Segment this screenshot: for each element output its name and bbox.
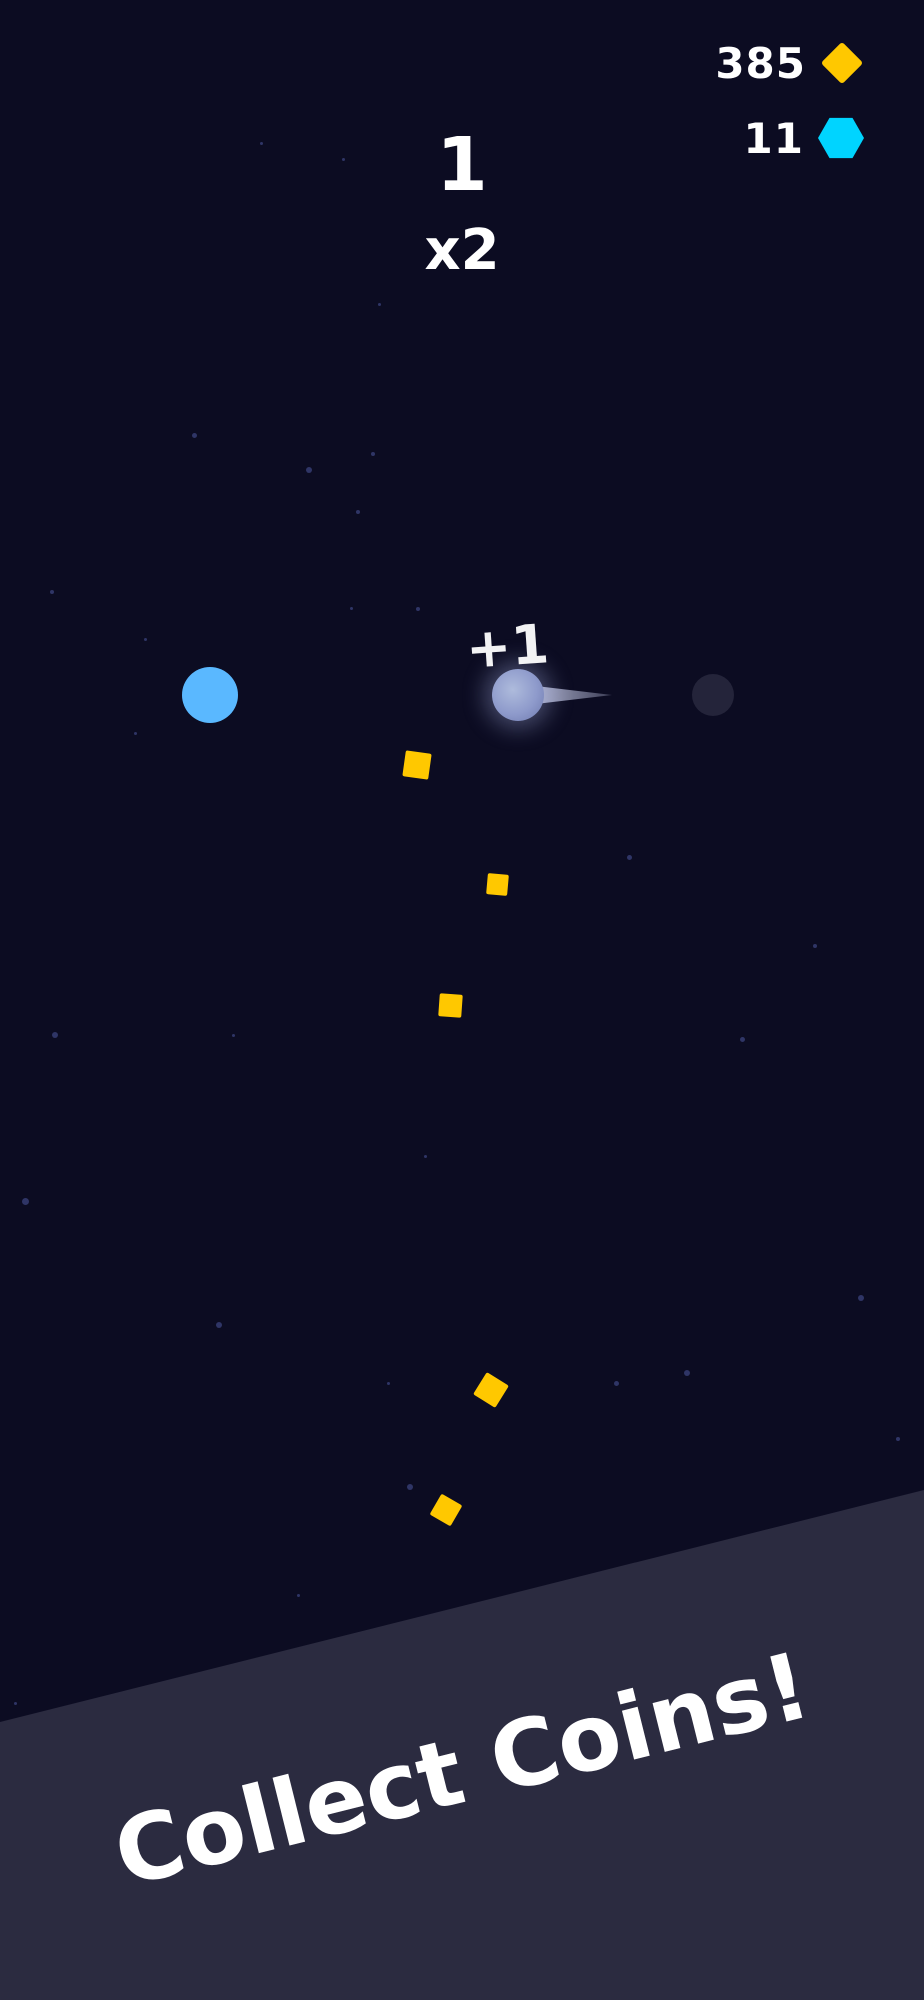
star — [424, 1155, 427, 1158]
star — [896, 1437, 900, 1441]
star — [407, 1484, 413, 1490]
coin-count: 385 — [715, 38, 806, 88]
star — [134, 732, 137, 735]
score-multiplier: x2 — [424, 218, 500, 283]
star — [627, 855, 632, 860]
coin-pickup — [438, 993, 463, 1018]
star — [614, 1381, 619, 1386]
star — [297, 1594, 300, 1597]
star — [14, 1702, 17, 1705]
star — [740, 1037, 745, 1042]
star — [350, 607, 353, 610]
star — [306, 467, 312, 473]
star — [813, 944, 817, 948]
coin-pickup — [402, 750, 432, 780]
star — [684, 1370, 690, 1376]
blue-planet — [182, 667, 238, 723]
game-canvas[interactable]: 385 11 1 x2 +1 Collect Coins! — [0, 0, 924, 2000]
star — [387, 1382, 390, 1385]
score-value: 1 — [436, 122, 488, 208]
faded-planet — [692, 674, 734, 716]
star — [52, 1032, 58, 1038]
star — [378, 303, 381, 306]
gold-diamond-icon — [820, 41, 864, 85]
star — [232, 1034, 235, 1037]
star — [144, 638, 147, 641]
star — [356, 510, 360, 514]
star — [50, 590, 54, 594]
coin-counter: 385 — [715, 38, 864, 88]
star — [416, 607, 420, 611]
star — [192, 433, 197, 438]
plus-one-popup: +1 — [463, 612, 551, 681]
ball-trail — [536, 686, 612, 704]
star — [371, 452, 375, 456]
star — [216, 1322, 222, 1328]
coin-pickup — [429, 1493, 463, 1527]
star — [858, 1295, 864, 1301]
star — [22, 1198, 29, 1205]
coin-pickup — [473, 1372, 509, 1408]
coin-pickup — [486, 873, 509, 896]
